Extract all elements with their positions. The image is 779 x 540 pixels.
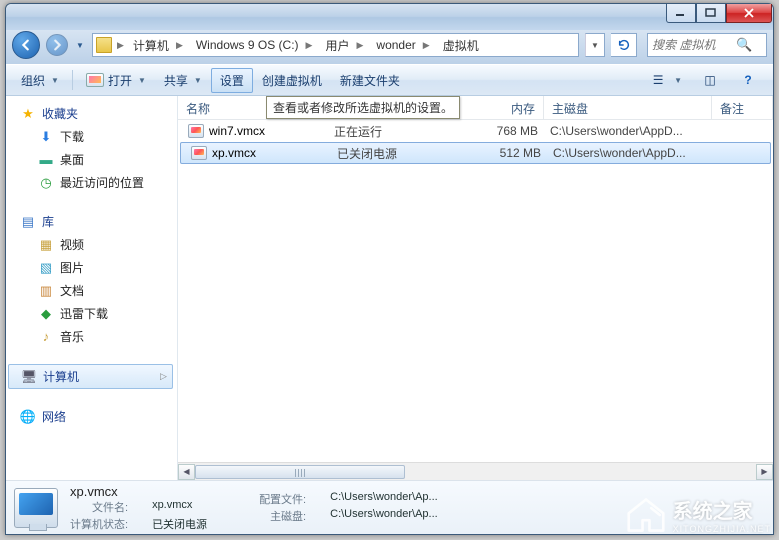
sidebar-item-xunlei[interactable]: ◆迅雷下载 [8, 302, 177, 325]
open-button[interactable]: 打开▼ [77, 68, 155, 93]
xunlei-icon: ◆ [38, 306, 54, 322]
monitor-icon [86, 73, 104, 87]
explorer-window: ▼ ▶ 计算机▶ Windows 9 OS (C:)▶ 用户▶ wonder▶ … [5, 3, 774, 535]
file-row[interactable]: win7.vmcx 正在运行 768 MB C:\Users\wonder\Ap… [178, 120, 773, 142]
column-memory[interactable]: 内存 [458, 96, 544, 119]
vm-icon [188, 124, 204, 138]
refresh-button[interactable] [611, 33, 637, 57]
sidebar-item-videos[interactable]: ▦视频 [8, 233, 177, 256]
nav-row: ▼ ▶ 计算机▶ Windows 9 OS (C:)▶ 用户▶ wonder▶ … [6, 30, 773, 64]
forward-button[interactable] [46, 34, 68, 56]
tooltip: 查看或者修改所选虚拟机的设置。 [266, 96, 460, 119]
picture-icon: ▧ [38, 260, 54, 276]
details-title: xp.vmcx [70, 484, 207, 499]
breadcrumb-computer[interactable]: 计算机▶ [127, 34, 190, 56]
back-button[interactable] [12, 31, 40, 59]
sidebar-item-downloads[interactable]: ⬇下载 [8, 125, 177, 148]
chevron-right-icon[interactable]: ▷ [160, 371, 167, 382]
recent-icon: ◷ [38, 175, 54, 191]
toolbar: 组织▼ 打开▼ 共享▼ 设置 创建虚拟机 新建文件夹 ☰▼ ◫ ? [6, 64, 773, 96]
minimize-button[interactable] [666, 4, 696, 23]
video-icon: ▦ [38, 237, 54, 253]
details-status-label: 计算机状态: [70, 516, 128, 532]
sidebar-item-desktop[interactable]: ▬桌面 [8, 148, 177, 171]
sidebar-libraries[interactable]: ▤库 [8, 210, 177, 233]
folder-icon [96, 37, 112, 53]
file-row[interactable]: xp.vmcx 已关闭电源 512 MB C:\Users\wonder\App… [180, 142, 771, 164]
breadcrumb-users[interactable]: 用户▶ [319, 34, 370, 56]
details-disk-label: 主磁盘: [259, 508, 306, 524]
settings-button[interactable]: 设置 [211, 68, 253, 93]
organize-button[interactable]: 组织▼ [12, 68, 68, 93]
details-config-label: 配置文件: [259, 491, 306, 507]
breadcrumb-folder[interactable]: 虚拟机 [437, 34, 483, 56]
content-pane: 查看或者修改所选虚拟机的设置。 名称 计算机状态 内存 主磁盘 备注 win7.… [178, 96, 773, 480]
view-options-button[interactable]: ☰▼ [639, 68, 691, 92]
breadcrumb-user[interactable]: wonder▶ [370, 34, 436, 56]
sidebar-item-pictures[interactable]: ▧图片 [8, 256, 177, 279]
music-icon: ♪ [38, 329, 54, 345]
pane-icon: ◫ [700, 72, 720, 88]
search-icon[interactable]: 🔍 [736, 37, 752, 53]
vm-large-icon [14, 488, 58, 528]
column-notes[interactable]: 备注 [712, 96, 773, 119]
close-button[interactable] [726, 4, 772, 23]
address-bar[interactable]: ▶ 计算机▶ Windows 9 OS (C:)▶ 用户▶ wonder▶ 虚拟… [92, 33, 579, 57]
search-input[interactable] [652, 38, 732, 52]
sidebar-computer[interactable]: 🖥计算机▷ [8, 364, 173, 389]
network-icon: 🌐 [20, 409, 36, 425]
sidebar-item-music[interactable]: ♪音乐 [8, 325, 177, 348]
title-bar [6, 4, 773, 30]
share-button[interactable]: 共享▼ [155, 68, 211, 93]
scroll-right-button[interactable]: ▶ [756, 464, 773, 480]
refresh-icon [617, 38, 631, 52]
scroll-thumb[interactable] [195, 465, 405, 479]
details-pane: xp.vmcx 文件名:xp.vmcx 计算机状态:已关闭电源 配置文件:C:\… [6, 480, 773, 534]
computer-icon: 🖥 [21, 369, 37, 385]
column-disk[interactable]: 主磁盘 [544, 96, 712, 119]
details-filename-label: 文件名: [70, 499, 128, 515]
horizontal-scrollbar[interactable]: ◀ ▶ [178, 462, 773, 480]
view-icon: ☰ [648, 72, 668, 88]
breadcrumb-drive[interactable]: Windows 9 OS (C:)▶ [190, 34, 320, 56]
sidebar-item-recent[interactable]: ◷最近访问的位置 [8, 171, 177, 194]
search-box[interactable]: 🔍 [647, 33, 767, 57]
file-list: win7.vmcx 正在运行 768 MB C:\Users\wonder\Ap… [178, 120, 773, 462]
maximize-button[interactable] [696, 4, 726, 23]
vm-icon [191, 146, 207, 160]
chevron-right-icon[interactable]: ▶ [114, 40, 127, 51]
new-folder-button[interactable]: 新建文件夹 [331, 68, 409, 93]
sidebar-item-documents[interactable]: ▥文档 [8, 279, 177, 302]
nav-history-dropdown[interactable]: ▼ [74, 41, 86, 50]
sidebar: ★收藏夹 ⬇下载 ▬桌面 ◷最近访问的位置 ▤库 ▦视频 ▧图片 ▥文档 ◆迅雷… [6, 96, 178, 480]
preview-pane-button[interactable]: ◫ [691, 68, 729, 92]
sidebar-favorites[interactable]: ★收藏夹 [8, 102, 177, 125]
sidebar-network[interactable]: 🌐网络 [8, 405, 177, 428]
create-vm-button[interactable]: 创建虚拟机 [253, 68, 331, 93]
library-icon: ▤ [20, 214, 36, 230]
scroll-left-button[interactable]: ◀ [178, 464, 195, 480]
star-icon: ★ [20, 106, 36, 122]
help-icon: ? [738, 72, 758, 88]
desktop-icon: ▬ [38, 152, 54, 168]
download-icon: ⬇ [38, 129, 54, 145]
document-icon: ▥ [38, 283, 54, 299]
help-button[interactable]: ? [729, 68, 767, 92]
address-dropdown[interactable]: ▼ [585, 33, 605, 57]
